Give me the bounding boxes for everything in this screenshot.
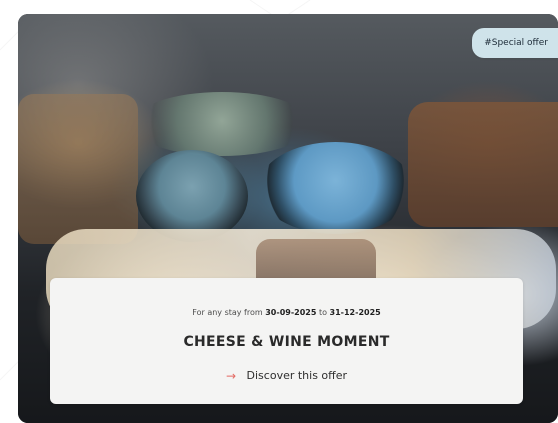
arrow-right-icon: →: [225, 369, 237, 383]
back-bowl: [132, 92, 312, 156]
date-start: 30-09-2025: [265, 308, 317, 317]
special-offer-tag: #Special offer: [472, 28, 558, 58]
discover-offer-label: Discover this offer: [246, 369, 348, 382]
stay-period: For any stay from 30-09-2025 to 31-12-20…: [50, 308, 523, 317]
offer-info-panel[interactable]: For any stay from 30-09-2025 to 31-12-20…: [50, 278, 523, 404]
special-offer-tag-label: #Special offer: [484, 38, 548, 48]
discover-offer-link[interactable]: → Discover this offer: [50, 369, 523, 383]
right-board: [408, 102, 558, 227]
left-board: [18, 94, 138, 244]
large-bowl: [258, 142, 413, 234]
page-canvas: #Special offer For any stay from 30-09-2…: [0, 0, 558, 423]
offer-card[interactable]: #Special offer For any stay from 30-09-2…: [18, 14, 558, 423]
date-connector: to: [318, 308, 327, 317]
offer-title: CHEESE & WINE MOMENT: [183, 334, 390, 350]
date-end: 31-12-2025: [329, 308, 381, 317]
stay-prefix: For any stay from: [192, 308, 263, 317]
